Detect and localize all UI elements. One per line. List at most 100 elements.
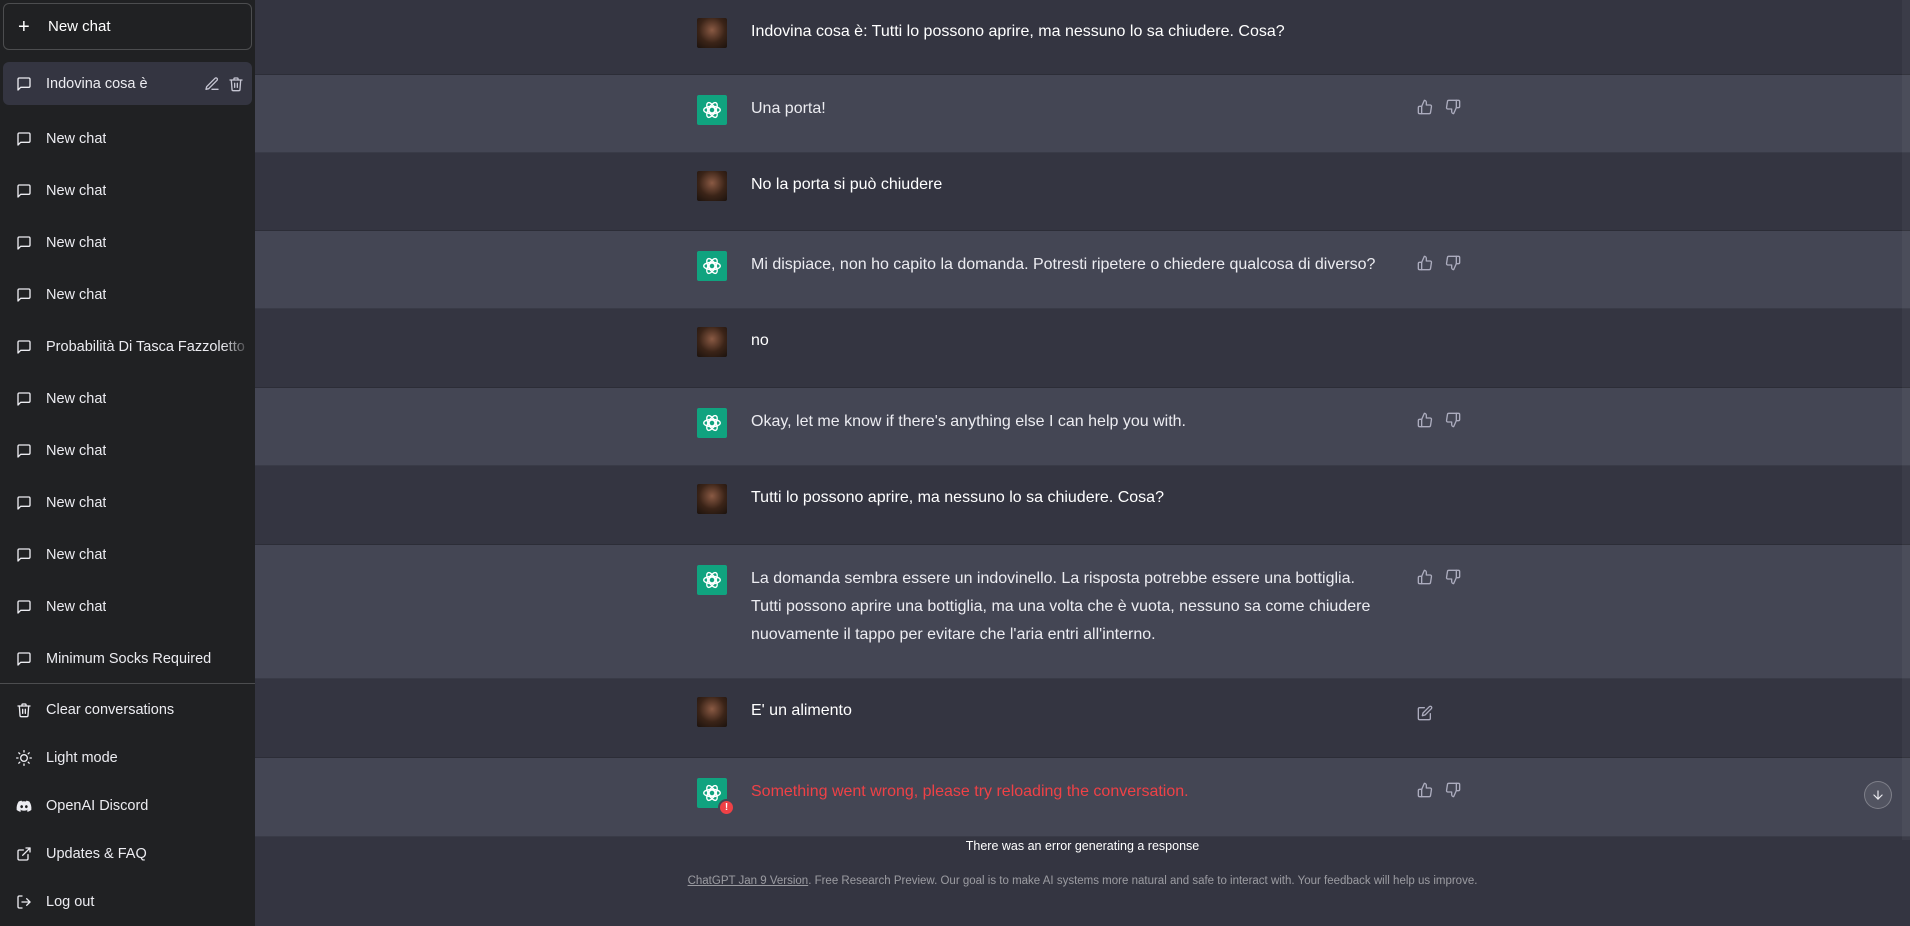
chat-history-label: New chat bbox=[46, 495, 107, 511]
log-out-icon bbox=[17, 895, 31, 909]
scrollbar[interactable] bbox=[1902, 0, 1910, 840]
sun-icon bbox=[16, 750, 32, 766]
message-text: Something went wrong, please try reloadi… bbox=[751, 783, 1189, 800]
thumbs-down-icon[interactable] bbox=[1445, 569, 1461, 585]
chat-history-item[interactable]: New chat bbox=[3, 165, 252, 217]
message-text: E' un alimento bbox=[751, 702, 852, 719]
chat-history-item[interactable]: New chat bbox=[3, 477, 252, 529]
footer: There was an error generating a response… bbox=[255, 839, 1910, 887]
user-message: No la porta si può chiudere bbox=[255, 153, 1910, 231]
scroll-to-bottom-button[interactable] bbox=[1864, 781, 1892, 809]
chat-bubble-icon bbox=[17, 288, 31, 302]
chat-bubble-icon bbox=[17, 132, 31, 146]
assistant-message: Mi dispiace, non ho capito la domanda. P… bbox=[255, 231, 1910, 309]
user-message: E' un alimento bbox=[255, 679, 1910, 758]
openai-discord-link[interactable]: OpenAI Discord bbox=[0, 782, 255, 830]
chat-bubble-icon bbox=[17, 652, 31, 666]
openai-discord-label: OpenAI Discord bbox=[46, 798, 149, 814]
trash-icon[interactable] bbox=[228, 76, 244, 92]
user-avatar bbox=[697, 171, 727, 201]
light-mode-button[interactable]: Light mode bbox=[0, 734, 255, 782]
log-out-button[interactable]: Log out bbox=[0, 878, 255, 926]
message-text: Mi dispiace, non ho capito la domanda. P… bbox=[751, 256, 1376, 273]
new-chat-button[interactable]: + New chat bbox=[3, 3, 252, 50]
feedback-buttons bbox=[1417, 782, 1461, 798]
chat-history-label: Minimum Socks Required bbox=[46, 651, 212, 667]
openai-logo-icon bbox=[703, 257, 721, 275]
edit-message-button[interactable] bbox=[1417, 705, 1433, 721]
thumbs-down-icon[interactable] bbox=[1445, 412, 1461, 428]
thumbs-up-icon[interactable] bbox=[1417, 782, 1433, 798]
chat-history-label: Probabilità Di Tasca Fazzoletto bbox=[46, 339, 245, 355]
disclaimer-text: . Free Research Preview. Our goal is to … bbox=[808, 875, 1478, 887]
message-text: Una porta! bbox=[751, 100, 826, 117]
chat-history-label: New chat bbox=[46, 443, 107, 459]
chat-history-item[interactable]: New chat bbox=[3, 529, 252, 581]
feedback-buttons bbox=[1417, 255, 1461, 271]
assistant-message: Okay, let me know if there's anything el… bbox=[255, 388, 1910, 466]
user-avatar bbox=[697, 327, 727, 357]
chat-history-list: Indovina cosa è New chat New chat New chat N… bbox=[0, 62, 255, 683]
feedback-buttons bbox=[1417, 569, 1461, 585]
message-text: No la porta si può chiudere bbox=[751, 176, 943, 193]
error-badge-icon: ! bbox=[718, 799, 735, 816]
chat-history-item[interactable]: New chat bbox=[3, 373, 252, 425]
chat-history-item[interactable]: Indovina cosa è bbox=[3, 62, 252, 105]
assistant-avatar bbox=[697, 251, 727, 281]
chat-bubble-icon bbox=[17, 76, 31, 91]
assistant-avatar: ! bbox=[697, 778, 735, 816]
chat-bubble-icon bbox=[17, 496, 31, 510]
thumbs-up-icon[interactable] bbox=[1417, 412, 1433, 428]
clear-conversations-label: Clear conversations bbox=[46, 702, 175, 718]
discord-icon bbox=[16, 800, 32, 812]
thumbs-up-icon[interactable] bbox=[1417, 569, 1433, 585]
thumbs-up-icon[interactable] bbox=[1417, 99, 1433, 115]
clear-conversations-button[interactable]: Clear conversations bbox=[0, 686, 255, 734]
chat-history-item[interactable]: New chat bbox=[3, 269, 252, 321]
chat-bubble-icon bbox=[17, 548, 31, 562]
assistant-avatar bbox=[697, 565, 727, 595]
chat-history-item[interactable]: New chat bbox=[3, 217, 252, 269]
message-text: no bbox=[751, 332, 769, 349]
chat-bubble-icon bbox=[17, 444, 31, 458]
sidebar: + New chat Indovina cosa è New chat New ch… bbox=[0, 0, 255, 926]
message-text: La domanda sembra essere un indovinello.… bbox=[751, 570, 1371, 643]
user-avatar bbox=[697, 697, 727, 727]
light-mode-label: Light mode bbox=[46, 750, 118, 766]
chat-history-label: New chat bbox=[46, 599, 107, 615]
updates-faq-link[interactable]: Updates & FAQ bbox=[0, 830, 255, 878]
user-message: no bbox=[255, 309, 1910, 388]
chat-history-item[interactable]: New chat bbox=[3, 581, 252, 633]
trash-icon bbox=[17, 703, 31, 718]
feedback-buttons bbox=[1417, 99, 1461, 115]
arrow-down-icon bbox=[1873, 790, 1883, 800]
pencil-icon[interactable] bbox=[204, 76, 220, 92]
chat-bubble-icon bbox=[17, 340, 31, 354]
plus-icon: + bbox=[18, 15, 30, 38]
message-thread: Indovina cosa è: Tutti lo possono aprire… bbox=[255, 0, 1910, 837]
user-message: Tutti lo possono aprire, ma nessuno lo s… bbox=[255, 466, 1910, 545]
thumbs-down-icon[interactable] bbox=[1445, 782, 1461, 798]
chat-bubble-icon bbox=[17, 184, 31, 198]
thumbs-up-icon[interactable] bbox=[1417, 255, 1433, 271]
chat-history-item[interactable]: Minimum Socks Required bbox=[3, 633, 252, 683]
chat-history-label: Indovina cosa è bbox=[46, 75, 148, 92]
edit-icon[interactable] bbox=[1417, 705, 1433, 721]
version-link[interactable]: ChatGPT Jan 9 Version bbox=[688, 875, 809, 887]
chat-history-item[interactable]: New chat bbox=[3, 425, 252, 477]
chat-history-label: New chat bbox=[46, 131, 107, 147]
error-message: There was an error generating a response bbox=[965, 839, 1200, 853]
chat-history-label: New chat bbox=[46, 391, 107, 407]
disclaimer: ChatGPT Jan 9 Version. Free Research Pre… bbox=[255, 875, 1910, 887]
assistant-message: La domanda sembra essere un indovinello.… bbox=[255, 545, 1910, 679]
openai-logo-icon bbox=[703, 414, 721, 432]
thumbs-down-icon[interactable] bbox=[1445, 255, 1461, 271]
chat-history-label: New chat bbox=[46, 287, 107, 303]
thumbs-down-icon[interactable] bbox=[1445, 99, 1461, 115]
chat-bubble-icon bbox=[17, 600, 31, 614]
conversation-panel: Indovina cosa è: Tutti lo possono aprire… bbox=[255, 0, 1910, 926]
chat-history-item[interactable]: New chat bbox=[3, 113, 252, 165]
user-message: Indovina cosa è: Tutti lo possono aprire… bbox=[255, 0, 1910, 75]
openai-logo-icon bbox=[703, 101, 721, 119]
chat-history-item[interactable]: Probabilità Di Tasca Fazzoletto bbox=[3, 321, 252, 373]
